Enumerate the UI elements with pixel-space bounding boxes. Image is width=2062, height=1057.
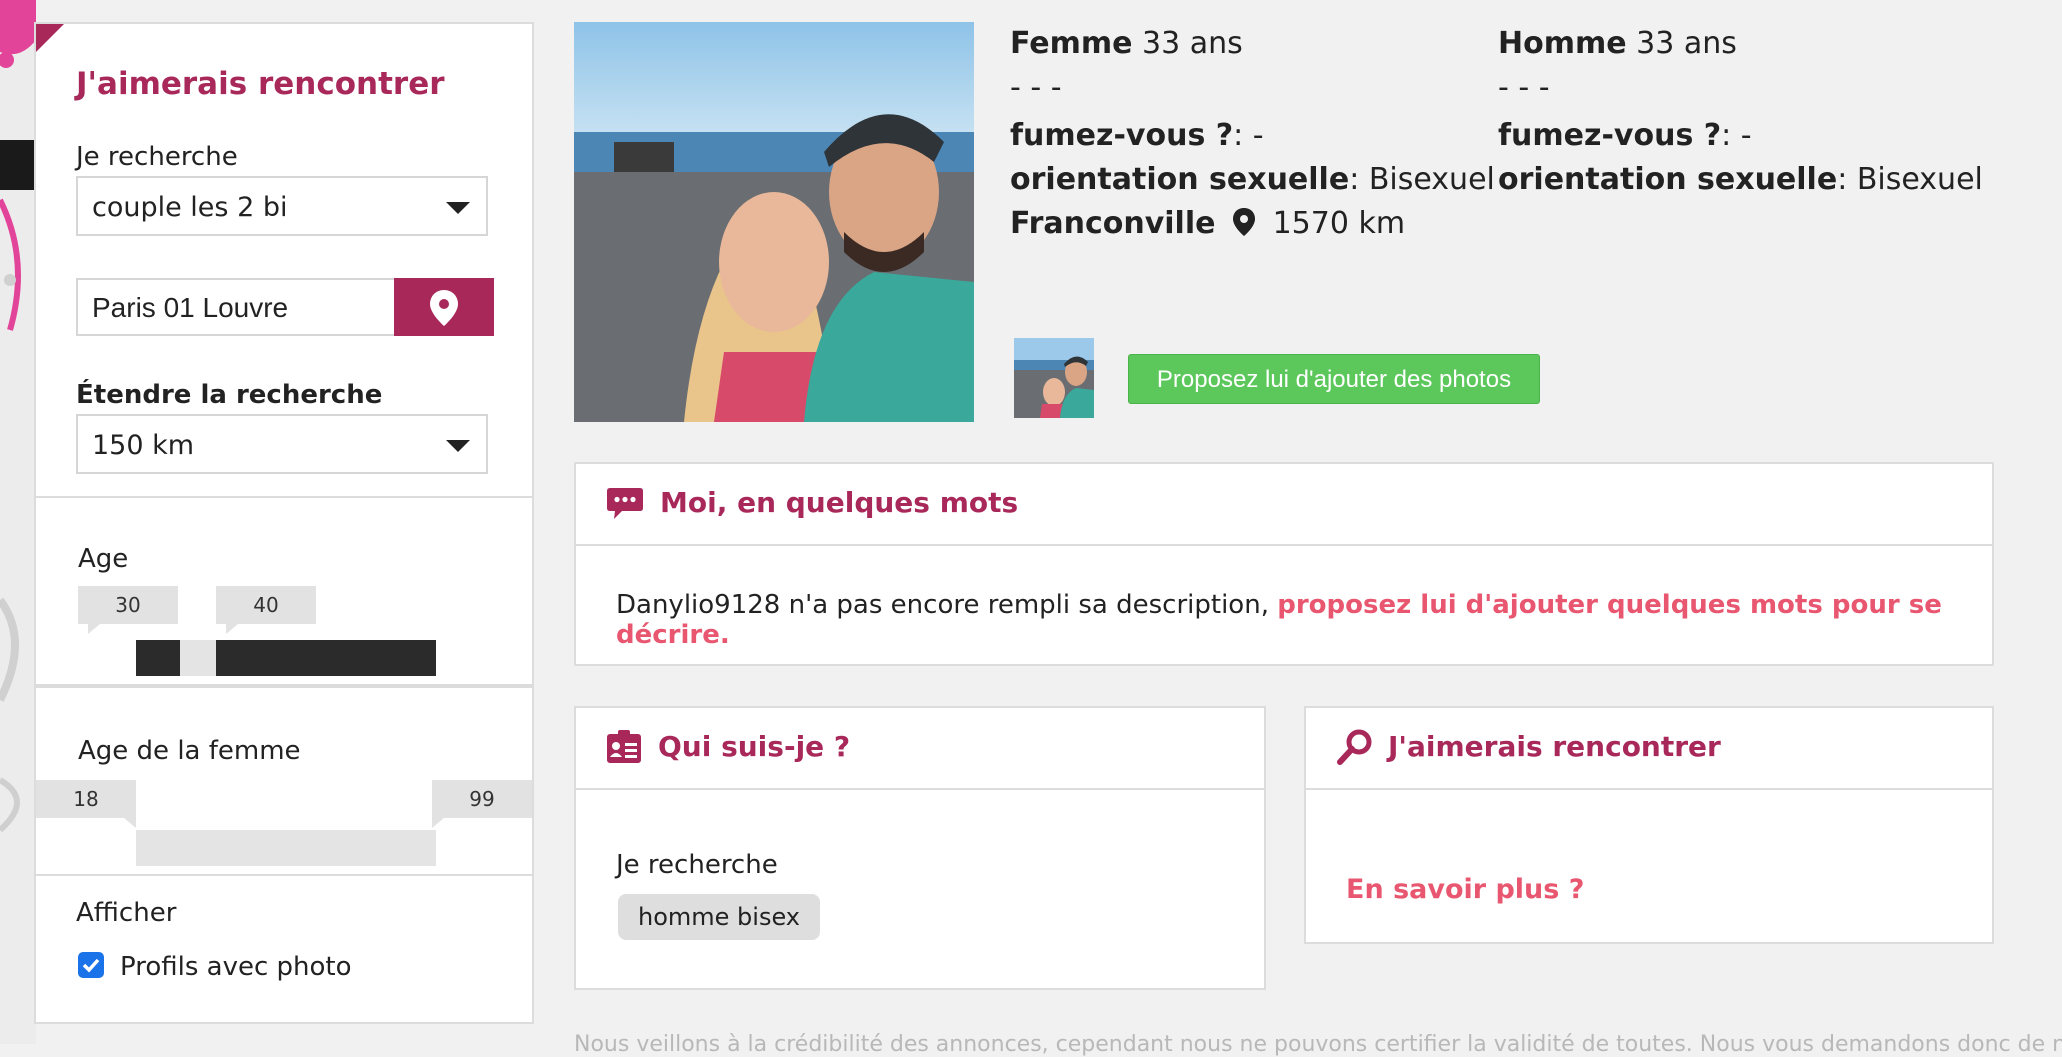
age-max-value: 40 — [216, 586, 316, 634]
woman-age-filter: Age de la femme 18 99 — [36, 686, 532, 876]
woman-info: Femme 33 ans - - - fumez-vous ?: - orien… — [1010, 22, 1495, 246]
location-input[interactable]: Paris 01 Louvre — [76, 278, 396, 336]
corner-accent — [36, 24, 64, 52]
distance-select[interactable]: 150 km — [76, 414, 488, 474]
man-dashes: - - - — [1498, 70, 1550, 105]
distance-value: 150 km — [92, 430, 195, 461]
chevron-down-icon — [446, 202, 470, 214]
sidebar-title: J'aimerais rencontrer — [76, 66, 445, 102]
age-label: Age — [78, 544, 129, 574]
add-photos-button[interactable]: Proposez lui d'ajouter des photos — [1128, 354, 1540, 404]
location-value: Paris 01 Louvre — [92, 292, 289, 323]
locate-button[interactable] — [394, 278, 494, 336]
who-card: Qui suis-je ? Je recherche homme bisex — [574, 706, 1266, 990]
chevron-down-icon — [446, 440, 470, 452]
meet-card: J'aimerais rencontrer En savoir plus ? — [1304, 706, 1994, 944]
about-card-header: Moi, en quelques mots — [576, 464, 1992, 546]
age-slider-min-handle[interactable] — [136, 640, 180, 676]
search-type-value: couple les 2 bi — [92, 192, 288, 223]
woman-smoke-value: : - — [1233, 118, 1264, 153]
city: Franconville — [1010, 206, 1216, 241]
man-age: 33 ans — [1636, 26, 1737, 61]
man-gender: Homme — [1498, 26, 1627, 61]
speech-bubble-icon — [607, 488, 643, 519]
age-min-value: 30 — [78, 586, 178, 634]
photo-checkbox[interactable] — [78, 952, 104, 978]
map-pin-icon — [1233, 208, 1256, 236]
search-label: Je recherche — [76, 142, 238, 172]
search-tag: homme bisex — [618, 894, 820, 940]
man-smoke-label: fumez-vous ? — [1498, 118, 1722, 153]
woman-age-min-value: 18 — [36, 780, 136, 828]
background-decoration — [0, 0, 36, 1044]
map-pin-icon — [430, 290, 458, 326]
woman-smoke-label: fumez-vous ? — [1010, 118, 1234, 153]
man-info: Homme 33 ans - - - fumez-vous ?: - orien… — [1498, 22, 1983, 202]
woman-gender: Femme — [1010, 26, 1133, 61]
woman-orientation-value: : Bisexuel — [1349, 162, 1495, 197]
woman-orientation-label: orientation sexuelle — [1010, 162, 1350, 197]
distance: 1570 km — [1272, 206, 1406, 241]
age-filter: Age 30 40 — [36, 496, 532, 686]
search-icon — [1337, 729, 1372, 765]
who-title: Qui suis-je ? — [658, 730, 851, 763]
profile-photo[interactable] — [574, 22, 974, 422]
check-icon — [82, 958, 100, 973]
who-search-label: Je recherche — [616, 850, 778, 880]
who-card-header: Qui suis-je ? — [576, 708, 1264, 790]
extend-label: Étendre la recherche — [76, 380, 383, 410]
man-orientation-label: orientation sexuelle — [1498, 162, 1838, 197]
show-label: Afficher — [76, 898, 177, 928]
photo-thumbnail[interactable] — [1014, 338, 1094, 418]
man-orientation-value: : Bisexuel — [1837, 162, 1983, 197]
about-description: Danylio9128 n'a pas encore rempli sa des… — [616, 590, 2062, 650]
man-smoke-value: : - — [1721, 118, 1752, 153]
woman-age-slider-track[interactable] — [136, 830, 436, 866]
search-type-select[interactable]: couple les 2 bi — [76, 176, 488, 236]
learn-more-link[interactable]: En savoir plus ? — [1346, 874, 1584, 905]
meet-card-header: J'aimerais rencontrer — [1306, 708, 1992, 790]
photo-checkbox-label: Profils avec photo — [120, 952, 352, 982]
meet-title: J'aimerais rencontrer — [1388, 730, 1721, 763]
about-title: Moi, en quelques mots — [660, 486, 1019, 519]
woman-age-max-value: 99 — [432, 780, 532, 828]
woman-dashes: - - - — [1010, 70, 1062, 105]
id-card-icon — [607, 730, 641, 763]
woman-age: 33 ans — [1142, 26, 1243, 61]
search-sidebar: J'aimerais rencontrer Je recherche coupl… — [34, 22, 534, 1024]
disclaimer-notice: Nous veillons à la crédibilité des annon… — [574, 1032, 2062, 1057]
about-text: Danylio9128 n'a pas encore rempli sa des… — [616, 590, 1278, 620]
woman-age-label: Age de la femme — [78, 736, 301, 766]
age-slider-max-handle[interactable] — [216, 640, 436, 676]
